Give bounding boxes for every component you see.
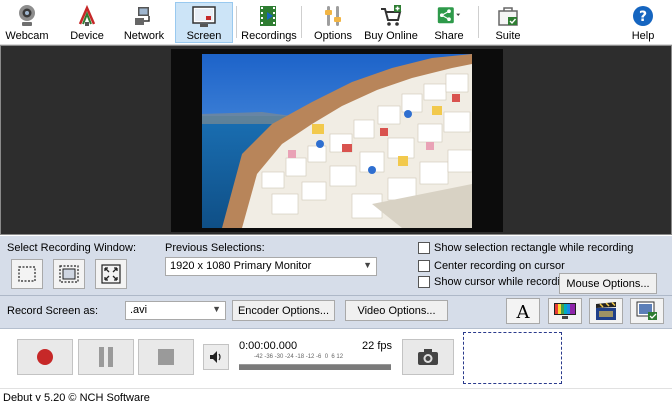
webcam-icon bbox=[15, 4, 39, 28]
toolbar-webcam-button[interactable]: Webcam bbox=[2, 2, 52, 43]
video-options-button[interactable]: Video Options... bbox=[345, 300, 448, 321]
frame-rate: 22 fps bbox=[362, 340, 392, 352]
stop-icon bbox=[158, 349, 174, 365]
select-region-button[interactable] bbox=[11, 259, 43, 289]
watermark-button[interactable] bbox=[630, 298, 664, 324]
color-bars-icon bbox=[554, 303, 576, 319]
previous-selections-value: 1920 x 1080 Primary Monitor bbox=[170, 260, 312, 272]
text-caption-icon: A bbox=[516, 302, 531, 321]
previous-selections-dropdown[interactable]: 1920 x 1080 Primary Monitor ▼ bbox=[165, 257, 377, 276]
toolbar-screen-button[interactable]: Screen bbox=[175, 2, 233, 43]
checkbox-box[interactable] bbox=[418, 260, 430, 272]
toolbar-share-label: Share bbox=[434, 30, 464, 42]
fullscreen-icon bbox=[101, 264, 121, 284]
options-icon bbox=[321, 4, 345, 28]
toolbar-share-button[interactable]: Share bbox=[428, 2, 470, 43]
cart-icon bbox=[379, 4, 403, 28]
toolbar-separator bbox=[478, 6, 479, 38]
clapperboard-icon bbox=[596, 301, 616, 320]
recording-controls: 0:00:00.000 22 fps -42 -36 -30 -24 -18 -… bbox=[0, 330, 672, 387]
toolbar-separator bbox=[236, 6, 237, 38]
pause-button[interactable] bbox=[78, 339, 134, 375]
volume-button[interactable] bbox=[203, 344, 229, 370]
network-icon bbox=[132, 4, 156, 28]
encoder-options-button[interactable]: Encoder Options... bbox=[232, 300, 335, 321]
speaker-icon bbox=[210, 351, 221, 363]
meter-scale: -42 -36 -30 -24 -18 -12 -6 0 6 12 bbox=[254, 354, 344, 360]
record-button[interactable] bbox=[17, 339, 73, 375]
text-caption-button[interactable]: A bbox=[506, 298, 540, 324]
svg-text:?: ? bbox=[639, 9, 647, 25]
select-recording-window-label: Select Recording Window: bbox=[7, 242, 137, 254]
checkbox-box[interactable] bbox=[418, 276, 430, 288]
screen-preview-area bbox=[0, 45, 672, 235]
toolbar-help-label: Help bbox=[631, 30, 655, 42]
toolbar-screen-label: Screen bbox=[186, 30, 222, 42]
toolbar-device-button[interactable]: Device bbox=[62, 2, 112, 43]
film-icon bbox=[257, 4, 281, 28]
toolbar-device-label: Device bbox=[70, 30, 104, 42]
select-fullscreen-button[interactable] bbox=[95, 259, 127, 289]
device-icon bbox=[75, 4, 99, 28]
main-toolbar: Webcam Device Network Screen Recordings … bbox=[0, 0, 672, 45]
checkbox-label: Center recording on cursor bbox=[434, 260, 565, 272]
suite-icon bbox=[496, 4, 520, 28]
checkbox-box[interactable] bbox=[418, 242, 430, 254]
previous-selections-label: Previous Selections: bbox=[165, 242, 265, 254]
chevron-down-icon: ▼ bbox=[363, 260, 372, 270]
help-icon: ? bbox=[631, 4, 655, 28]
toolbar-help-button[interactable]: ? Help bbox=[626, 2, 660, 43]
settings-divider bbox=[0, 295, 672, 296]
show-cursor-checkbox[interactable]: Show cursor while recording bbox=[418, 276, 572, 288]
camera-icon bbox=[418, 349, 438, 365]
toolbar-suite-label: Suite bbox=[495, 30, 521, 42]
center-on-cursor-checkbox[interactable]: Center recording on cursor bbox=[418, 260, 565, 272]
watermark-icon bbox=[636, 301, 657, 320]
pause-icon bbox=[99, 347, 113, 367]
select-window-button[interactable] bbox=[53, 259, 85, 289]
toolbar-buy-online-button[interactable]: Buy Online bbox=[362, 2, 420, 43]
stop-button[interactable] bbox=[138, 339, 194, 375]
window-select-icon bbox=[59, 265, 79, 283]
svg-text:A: A bbox=[516, 302, 531, 321]
snapshot-button[interactable] bbox=[402, 339, 454, 375]
region-select-icon bbox=[18, 266, 36, 282]
meter-bar bbox=[239, 364, 391, 370]
record-screen-as-label: Record Screen as: bbox=[7, 305, 99, 317]
toolbar-webcam-label: Webcam bbox=[5, 30, 49, 42]
toolbar-suite-button[interactable]: Suite bbox=[488, 2, 528, 43]
preview-frame bbox=[171, 49, 503, 232]
show-selection-rectangle-checkbox[interactable]: Show selection rectangle while recording bbox=[418, 242, 633, 254]
toolbar-recordings-label: Recordings bbox=[241, 30, 297, 42]
toolbar-network-label: Network bbox=[123, 30, 165, 42]
mouse-options-button[interactable]: Mouse Options... bbox=[559, 273, 657, 294]
toolbar-separator bbox=[301, 6, 302, 38]
toolbar-options-button[interactable]: Options bbox=[310, 2, 356, 43]
toolbar-network-button[interactable]: Network bbox=[120, 2, 168, 43]
record-icon bbox=[37, 349, 53, 365]
recording-time: 0:00:00.000 bbox=[239, 340, 298, 352]
preview-image bbox=[202, 54, 472, 228]
toolbar-options-label: Options bbox=[314, 30, 352, 42]
video-effects-button[interactable] bbox=[589, 298, 623, 324]
checkbox-label: Show selection rectangle while recording bbox=[434, 242, 634, 254]
chevron-down-icon: ▼ bbox=[212, 304, 221, 314]
color-adjust-button[interactable] bbox=[548, 298, 582, 324]
status-bar: Debut v 5.20 © NCH Software bbox=[0, 388, 672, 407]
toolbar-recordings-button[interactable]: Recordings bbox=[240, 2, 298, 43]
audio-level-meter: 0:00:00.000 22 fps -42 -36 -30 -24 -18 -… bbox=[236, 337, 396, 377]
selection-preview-thumbnail bbox=[463, 332, 562, 384]
output-format-value: .avi bbox=[130, 304, 148, 316]
toolbar-buy-online-label: Buy Online bbox=[364, 30, 418, 42]
output-format-dropdown[interactable]: .avi ▼ bbox=[125, 301, 226, 320]
screen-icon bbox=[192, 5, 216, 28]
share-icon bbox=[437, 4, 461, 28]
recording-settings-panel: Select Recording Window: Previous Select… bbox=[0, 236, 672, 329]
checkbox-label: Show cursor while recording bbox=[434, 276, 573, 288]
status-version-text: Debut v 5.20 © NCH Software bbox=[3, 392, 150, 404]
